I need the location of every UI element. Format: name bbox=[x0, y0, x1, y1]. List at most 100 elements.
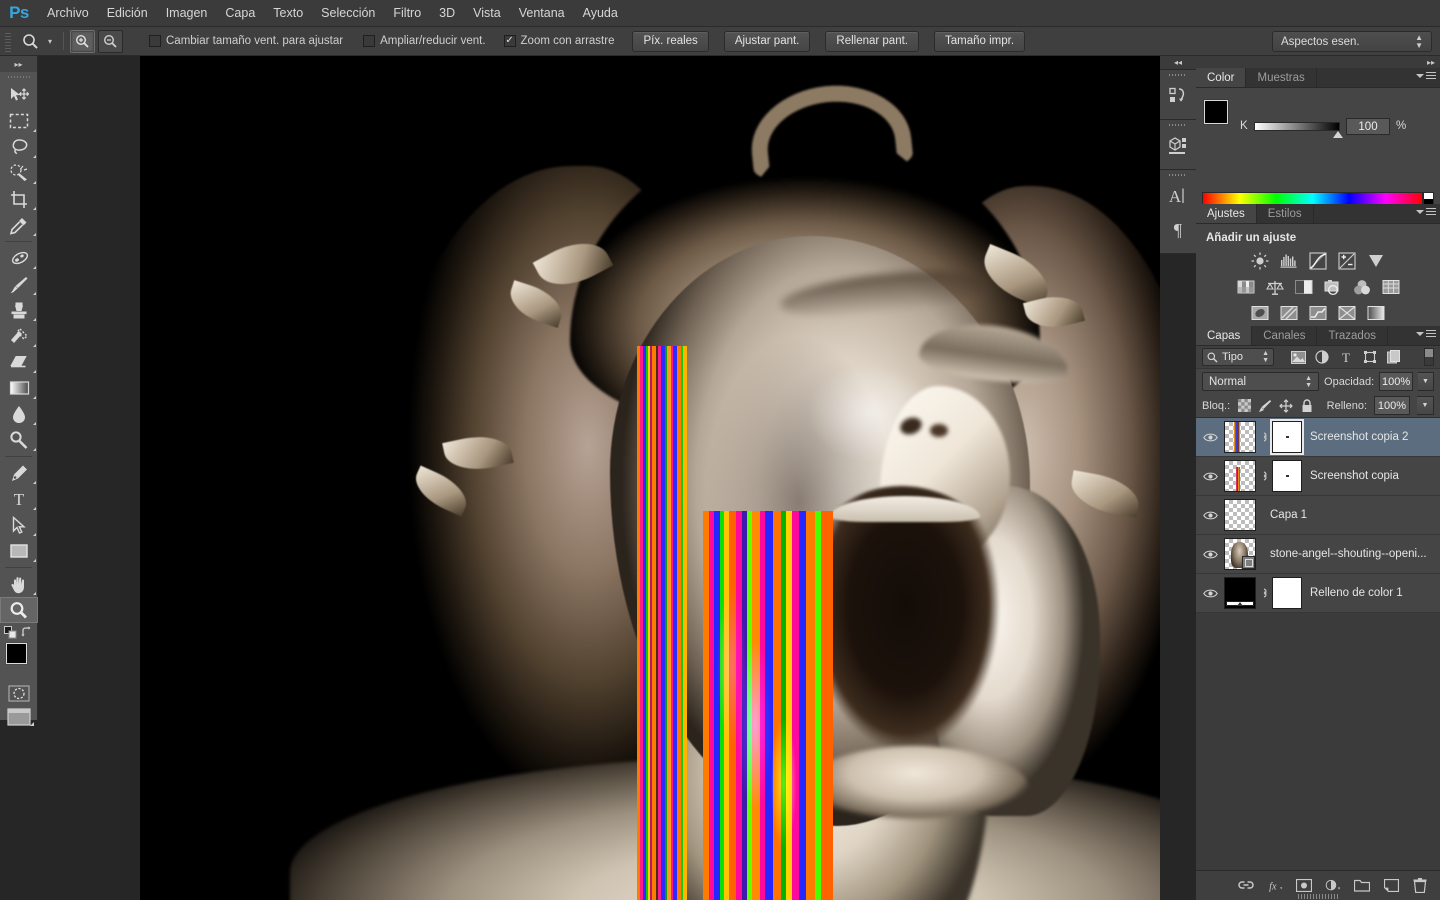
layer-mask-thumbnail[interactable] bbox=[1272, 460, 1302, 492]
layer-visibility-eye-icon[interactable] bbox=[1196, 535, 1224, 574]
tab-canales[interactable]: Canales bbox=[1252, 326, 1318, 345]
panels-collapse-button[interactable]: ▸▸ bbox=[1196, 56, 1440, 68]
zoom-all-windows-checkbox[interactable] bbox=[363, 35, 376, 47]
dock-grip[interactable] bbox=[1160, 70, 1196, 79]
table-row[interactable]: Screenshot copia 2 bbox=[1196, 418, 1440, 457]
resize-window-option[interactable]: Cambiar tamaño vent. para ajustar bbox=[149, 35, 343, 47]
tool-spot-healing-brush[interactable] bbox=[0, 245, 38, 271]
layer-link-icon[interactable] bbox=[1256, 457, 1272, 496]
zoom-in-button[interactable] bbox=[70, 29, 95, 53]
adjustments-panel-menu-button[interactable] bbox=[1416, 208, 1436, 216]
workspace-selector[interactable]: Aspectos esen. ▲ ▼ bbox=[1272, 31, 1432, 52]
fit-screen-button[interactable]: Ajustar pant. bbox=[723, 30, 811, 52]
character-a-icon[interactable]: A bbox=[1160, 179, 1196, 213]
color-lookup-icon[interactable] bbox=[1381, 277, 1401, 297]
filter-shape-layers-icon[interactable] bbox=[1361, 348, 1379, 366]
default-colors-icon[interactable] bbox=[3, 626, 17, 639]
layer-styles-fx-icon[interactable]: fx bbox=[1267, 878, 1283, 894]
table-row[interactable]: Relleno de color 1 bbox=[1196, 574, 1440, 613]
lock-image-icon[interactable] bbox=[1258, 399, 1272, 413]
tab-trazados[interactable]: Trazados bbox=[1317, 326, 1388, 345]
menu-item-capa[interactable]: Capa bbox=[216, 0, 264, 27]
lock-transparency-icon[interactable] bbox=[1237, 399, 1251, 413]
paragraph-pilcrow-icon[interactable]: ¶ bbox=[1160, 213, 1196, 247]
layer-thumbnail[interactable] bbox=[1224, 577, 1256, 609]
channel-mixer-icon[interactable] bbox=[1352, 277, 1372, 297]
menu-item-archivo[interactable]: Archivo bbox=[38, 0, 98, 27]
layer-mask-thumbnail[interactable] bbox=[1270, 419, 1304, 455]
menu-item-texto[interactable]: Texto bbox=[264, 0, 312, 27]
options-bar-grip[interactable] bbox=[2, 30, 14, 52]
invert-icon[interactable] bbox=[1250, 303, 1270, 323]
dock-grip[interactable] bbox=[1160, 170, 1196, 179]
levels-icon[interactable] bbox=[1279, 251, 1299, 271]
filter-smart-objects-icon[interactable] bbox=[1385, 348, 1403, 366]
layer-visibility-eye-icon[interactable] bbox=[1196, 457, 1224, 496]
lock-position-icon[interactable] bbox=[1279, 398, 1293, 413]
new-layer-icon[interactable] bbox=[1383, 878, 1399, 894]
toolbar-collapse-button[interactable]: ▸▸ bbox=[0, 56, 37, 72]
color-balance-icon[interactable] bbox=[1265, 277, 1285, 297]
menu-item-filtro[interactable]: Filtro bbox=[384, 0, 430, 27]
tool-brush[interactable] bbox=[0, 271, 38, 297]
tool-path-selection[interactable] bbox=[0, 512, 38, 538]
tool-dodge[interactable] bbox=[0, 427, 38, 453]
opacity-slider-chevron-down-icon[interactable]: ▼ bbox=[1418, 372, 1434, 391]
curves-icon[interactable] bbox=[1308, 251, 1328, 271]
tool-rectangular-marquee[interactable] bbox=[0, 108, 38, 134]
lock-all-icon[interactable] bbox=[1300, 398, 1314, 413]
layer-visibility-eye-icon[interactable] bbox=[1196, 496, 1224, 535]
actual-pixels-button[interactable]: Píx. reales bbox=[632, 30, 709, 52]
tool-pen[interactable] bbox=[0, 460, 38, 486]
hue-saturation-icon[interactable] bbox=[1236, 277, 1256, 297]
exposure-icon[interactable] bbox=[1337, 251, 1357, 271]
panel-resize-grip[interactable] bbox=[1298, 894, 1338, 899]
tool-hand[interactable] bbox=[0, 571, 38, 597]
layer-visibility-eye-icon[interactable] bbox=[1196, 574, 1224, 613]
fill-slider-chevron-down-icon[interactable]: ▼ bbox=[1417, 396, 1434, 415]
active-tool-preview[interactable] bbox=[17, 29, 43, 53]
threshold-icon[interactable] bbox=[1308, 303, 1328, 323]
print-size-button[interactable]: Tamaño impr. bbox=[934, 30, 1026, 52]
tab-muestras[interactable]: Muestras bbox=[1246, 68, 1317, 87]
dock-grip[interactable] bbox=[1160, 120, 1196, 129]
new-adjustment-icon[interactable] bbox=[1325, 878, 1341, 894]
posterize-icon[interactable] bbox=[1279, 303, 1299, 323]
black-white-icon[interactable] bbox=[1294, 277, 1314, 297]
tool-zoom[interactable] bbox=[0, 597, 38, 623]
scrubby-zoom-checkbox[interactable]: ✓ bbox=[503, 35, 516, 47]
history-actions-icon[interactable] bbox=[1160, 79, 1196, 113]
layer-link-icon[interactable] bbox=[1256, 574, 1272, 613]
zoom-out-button[interactable] bbox=[98, 29, 123, 53]
color-foreground-swatch[interactable] bbox=[1203, 99, 1229, 125]
layer-name[interactable]: stone-angel--shouting--openi... bbox=[1256, 548, 1427, 560]
layer-thumbnail[interactable] bbox=[1224, 421, 1256, 453]
layer-thumbnail[interactable] bbox=[1224, 499, 1256, 531]
dock-collapse-button[interactable]: ◂◂ bbox=[1160, 56, 1196, 70]
selective-color-icon[interactable] bbox=[1366, 303, 1386, 323]
menu-item-3d[interactable]: 3D bbox=[430, 0, 464, 27]
tab-ajustes[interactable]: Ajustes bbox=[1196, 204, 1257, 223]
layer-filter-type-select[interactable]: Tipo ▲ ▼ bbox=[1202, 348, 1274, 366]
layer-name[interactable]: Screenshot copia bbox=[1302, 470, 1399, 482]
tool-type[interactable]: T bbox=[0, 486, 38, 512]
opacity-input[interactable]: 100% bbox=[1379, 372, 1414, 391]
tool-blur[interactable] bbox=[0, 401, 38, 427]
tab-capas[interactable]: Capas bbox=[1196, 326, 1253, 345]
color-k-slider-thumb[interactable] bbox=[1333, 131, 1343, 138]
tool-history-brush[interactable] bbox=[0, 323, 38, 349]
zoom-all-windows-option[interactable]: Ampliar/reducir vent. bbox=[363, 35, 486, 47]
tool-eyedropper[interactable] bbox=[0, 212, 38, 238]
fill-screen-button[interactable]: Rellenar pant. bbox=[825, 30, 919, 52]
color-k-value-input[interactable]: 100 bbox=[1346, 118, 1390, 135]
table-row[interactable]: stone-angel--shouting--openi... bbox=[1196, 535, 1440, 574]
layer-visibility-eye-icon[interactable] bbox=[1196, 418, 1224, 457]
tool-preset-chevron-down-icon[interactable]: ▾ bbox=[43, 29, 57, 53]
filter-type-layers-icon[interactable]: T bbox=[1337, 348, 1355, 366]
layer-thumbnail[interactable] bbox=[1224, 460, 1256, 492]
delete-layer-icon[interactable] bbox=[1412, 878, 1428, 894]
layers-panel-menu-button[interactable] bbox=[1416, 330, 1436, 338]
new-group-icon[interactable] bbox=[1354, 878, 1370, 894]
tool-rectangle-shape[interactable] bbox=[0, 538, 38, 564]
vibrance-icon[interactable] bbox=[1366, 251, 1386, 271]
